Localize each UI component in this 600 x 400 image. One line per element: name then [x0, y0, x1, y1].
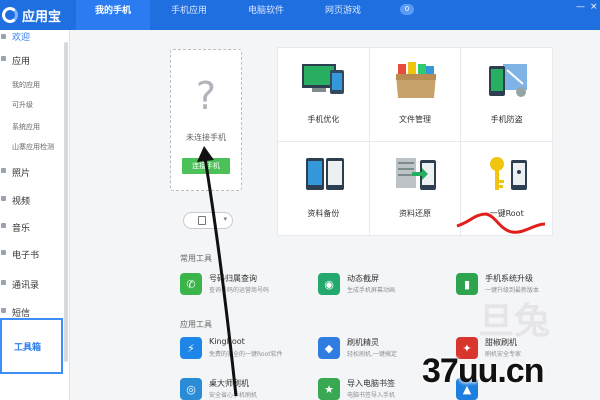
sidebar-item-music[interactable]: 音乐 — [0, 219, 70, 234]
key-phone-icon — [490, 157, 528, 190]
faint-watermark: 旦兔 — [478, 301, 551, 342]
phone-backup-icon — [306, 158, 344, 190]
contacts-icon — [1, 280, 6, 285]
photo-icon — [1, 168, 6, 173]
bookmark-icon: ★ — [318, 378, 340, 400]
tool-desc: 轻松刷机,一键搞定 — [347, 351, 397, 358]
top-bar: 应用宝 我的手机 手机应用 电脑软件 网页游戏 0 — × — [0, 0, 600, 30]
tool-name: 动态截屏 — [347, 274, 379, 283]
sidebar-item-photos[interactable]: 照片 — [0, 164, 70, 179]
apps-icon — [1, 56, 6, 61]
tool-label: 手机防盗 — [490, 115, 523, 124]
tool-phone-optimize[interactable]: 手机优化 — [278, 48, 369, 141]
app-tools-title: 应用工具 — [180, 320, 212, 329]
sidebar-item-sms[interactable]: 短信 — [0, 304, 70, 319]
close-icon[interactable]: × — [590, 2, 598, 12]
sidebar-item-toolbox[interactable]: 工具箱 — [0, 318, 63, 374]
tool-desk-master-flash[interactable]: ◎ 桌大师刷机 安全省心手机刷机 — [180, 378, 310, 400]
sidebar-item-label: 工具箱 — [14, 343, 42, 353]
tool-kingroot[interactable]: ⚡ KingRoot 免费的安全的一键Root软件 — [180, 337, 310, 365]
shield-icon: ◆ — [318, 337, 340, 359]
sidebar-item-label: 视频 — [12, 197, 31, 207]
sidebar-sub-fake-app-check[interactable]: 山寨应用检测 — [12, 142, 54, 152]
tool-phone-antitheft[interactable]: 手机防盗 — [461, 48, 552, 141]
tool-name: 导入电脑书签 — [347, 379, 395, 388]
tool-name: 刷机精灵 — [347, 338, 379, 347]
lightning-icon: ⚡ — [180, 337, 202, 359]
sidebar-item-label: 照片 — [12, 169, 31, 179]
video-icon — [1, 196, 6, 201]
sidebar-sub-system-apps[interactable]: 系统应用 — [12, 122, 40, 132]
device-selector[interactable]: ▾ — [183, 212, 233, 229]
tool-grid: 手机优化 文件管理 手机防盗 资料备份 资料还原 一键Root — [277, 47, 553, 236]
sms-icon — [1, 308, 6, 313]
tab-my-phone[interactable]: 我的手机 — [76, 0, 150, 30]
minimize-icon[interactable]: — — [576, 2, 585, 12]
tool-label: 资料备份 — [307, 209, 340, 218]
sidebar-sub-my-apps[interactable]: 我的应用 — [12, 80, 40, 90]
phone-status: 未连接手机 — [186, 133, 226, 142]
screenshot-icon: ◉ — [318, 273, 340, 295]
tool-desc: 电脑书签导入手机 — [347, 392, 396, 399]
tool-one-key-root[interactable]: 一键Root — [461, 142, 552, 235]
tab-phone-apps[interactable]: 手机应用 — [150, 0, 228, 30]
sidebar-item-label: 应用 — [12, 57, 31, 67]
folder-box-icon — [395, 62, 436, 98]
sidebar-item-label: 欢迎 — [12, 33, 31, 43]
tab-web-games[interactable]: 网页游戏 — [304, 0, 382, 30]
connect-phone-button[interactable]: 连接手机 — [182, 158, 230, 174]
sidebar-item-welcome[interactable]: 欢迎 — [0, 30, 70, 44]
tool-label: 文件管理 — [398, 115, 431, 124]
ebook-icon — [1, 250, 6, 255]
sidebar-item-label: 通讯录 — [12, 281, 40, 291]
sidebar-item-apps[interactable]: 应用 — [0, 52, 70, 67]
tool-dynamic-screenshot[interactable]: ◉ 动态截屏 生成手机屏幕动画 — [318, 273, 448, 301]
phone-map-icon — [489, 64, 528, 97]
sidebar: 欢迎 应用 我的应用 可升级 系统应用 山寨应用检测 照片 视频 音乐 电子书 … — [0, 30, 70, 400]
tool-file-manager[interactable]: 文件管理 — [369, 48, 461, 141]
tool-data-restore[interactable]: 资料还原 — [369, 142, 461, 235]
sidebar-scrollbar[interactable] — [64, 42, 68, 362]
phone-placeholder-card: ? 未连接手机 连接手机 — [170, 49, 242, 191]
sidebar-item-label: 电子书 — [12, 251, 40, 261]
flash-master-icon: ◎ — [180, 378, 202, 400]
tool-desc: 生成手机屏幕动画 — [347, 287, 396, 294]
tool-label: 资料还原 — [398, 209, 431, 218]
tool-desc: 查询号码的运营商号码 — [209, 287, 270, 294]
tool-data-backup[interactable]: 资料备份 — [278, 142, 369, 235]
tool-name: 号码归属查询 — [209, 274, 257, 283]
tool-number-lookup[interactable]: ✆ 号码归属查询 查询号码的运营商号码 — [180, 273, 310, 301]
question-mark-icon: ? — [195, 74, 217, 118]
tool-desc: 安全省心手机刷机 — [209, 392, 258, 399]
tab-badge: 0 — [400, 4, 414, 15]
sidebar-sub-upgradable[interactable]: 可升级 — [12, 100, 33, 110]
device-icon — [198, 216, 206, 225]
tool-name: 桌大师刷机 — [209, 379, 249, 388]
phone-restore-icon — [395, 158, 436, 190]
music-icon — [1, 223, 6, 228]
tool-label: 一键Root — [489, 209, 524, 218]
app-title: 应用宝 — [22, 9, 62, 25]
tab-pc-software[interactable]: 电脑软件 — [228, 0, 304, 30]
tool-desc: 免费的安全的一键Root软件 — [209, 351, 283, 358]
chevron-down-icon: ▾ — [223, 215, 227, 223]
sidebar-item-label: 音乐 — [12, 224, 31, 234]
home-icon — [1, 34, 6, 39]
app-logo-icon — [2, 7, 18, 23]
tool-name: KingRoot — [209, 337, 245, 346]
site-watermark: 37uu.cn — [422, 352, 544, 390]
sidebar-item-video[interactable]: 视频 — [0, 192, 70, 207]
common-tools-title: 常用工具 — [180, 254, 212, 263]
sidebar-item-ebook[interactable]: 电子书 — [0, 246, 70, 261]
sidebar-item-contacts[interactable]: 通讯录 — [0, 276, 70, 291]
tool-label: 手机优化 — [307, 115, 340, 124]
phone-call-icon: ✆ — [180, 273, 202, 295]
app-brand: 应用宝 — [0, 0, 76, 30]
tool-name: 手机系统升级 — [485, 274, 533, 283]
monitor-phone-icon — [302, 64, 344, 94]
phone-upgrade-icon: ▮ — [456, 273, 478, 295]
